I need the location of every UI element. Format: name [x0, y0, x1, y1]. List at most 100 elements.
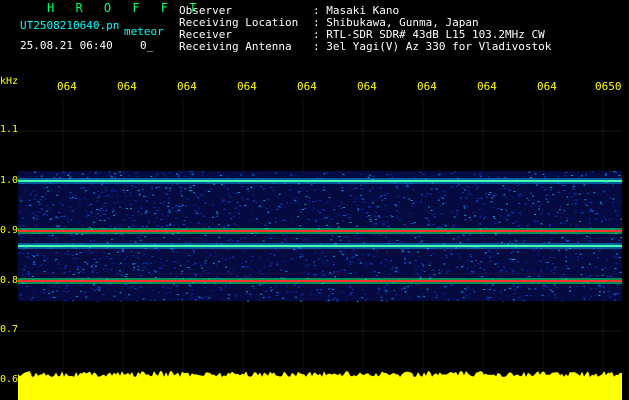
- noise-pixel: [489, 261, 492, 263]
- noise-pixel: [408, 252, 411, 254]
- noise-pixel: [403, 224, 406, 226]
- noise-pixel: [244, 237, 246, 239]
- noise-pixel: [109, 175, 112, 177]
- noise-pixel: [376, 217, 379, 219]
- noise-pixel: [204, 234, 207, 236]
- noise-pixel: [360, 173, 363, 175]
- noise-pixel: [64, 299, 66, 301]
- noise-pixel: [130, 208, 133, 210]
- noise-pixel: [553, 257, 555, 258]
- noise-pixel: [30, 192, 33, 194]
- noise-pixel: [145, 200, 148, 202]
- noise-pixel: [147, 220, 150, 222]
- noise-pixel: [476, 186, 479, 188]
- noise-pixel: [83, 197, 86, 199]
- noise-pixel: [186, 198, 189, 200]
- spectrogram-plot: [18, 98, 622, 400]
- noise-pixel: [120, 274, 123, 276]
- noise-pixel: [414, 237, 417, 238]
- noise-pixel: [169, 223, 172, 225]
- noise-pixel: [349, 261, 352, 263]
- date-time-label: 25.08.21 06:40: [20, 39, 113, 52]
- noise-pixel: [105, 210, 107, 211]
- noise-pixel: [423, 207, 426, 209]
- noise-pixel: [210, 290, 213, 292]
- noise-pixel: [475, 188, 478, 190]
- noise-pixel: [389, 215, 392, 216]
- noise-pixel: [594, 287, 597, 289]
- noise-pixel: [113, 214, 116, 216]
- noise-pixel: [412, 188, 415, 190]
- noise-pixel: [584, 199, 587, 201]
- noise-pixel: [22, 253, 25, 255]
- noise-pixel: [551, 241, 554, 243]
- noise-pixel: [457, 236, 459, 238]
- time-tick: 064: [297, 80, 317, 93]
- noise-pixel: [24, 273, 27, 275]
- noise-pixel: [129, 195, 132, 197]
- noise-pixel: [173, 267, 176, 269]
- noise-pixel: [171, 249, 174, 251]
- noise-pixel: [227, 248, 230, 250]
- noise-pixel: [491, 255, 494, 257]
- noise-pixel: [517, 225, 520, 227]
- noise-pixel: [81, 225, 84, 227]
- noise-pixel: [505, 270, 508, 272]
- noise-pixel: [53, 284, 56, 286]
- noise-pixel: [325, 300, 328, 302]
- noise-pixel: [590, 295, 593, 297]
- noise-pixel: [243, 266, 246, 268]
- noise-pixel: [575, 253, 578, 254]
- noise-pixel: [153, 206, 156, 208]
- noise-pixel: [70, 219, 72, 221]
- noise-pixel: [384, 259, 387, 261]
- noise-pixel: [479, 176, 482, 178]
- noise-pixel: [529, 295, 532, 297]
- noise-pixel: [267, 199, 270, 201]
- noise-pixel: [58, 286, 60, 288]
- noise-pixel: [180, 205, 183, 207]
- noise-pixel: [276, 205, 279, 207]
- noise-pixel: [588, 236, 591, 238]
- noise-pixel: [245, 293, 247, 295]
- noise-pixel: [401, 233, 404, 235]
- noise-pixel: [517, 251, 519, 253]
- filename-label: UT2508210640.pn: [20, 19, 120, 32]
- noise-pixel: [22, 274, 25, 276]
- noise-pixel: [593, 185, 596, 187]
- noise-pixel: [229, 285, 232, 287]
- noise-pixel: [517, 272, 519, 274]
- noise-pixel: [246, 266, 249, 268]
- noise-pixel: [326, 202, 329, 204]
- noise-pixel: [538, 208, 540, 210]
- noise-pixel: [417, 266, 420, 267]
- noise-pixel: [32, 211, 35, 213]
- noise-pixel: [484, 252, 487, 254]
- noise-pixel: [212, 204, 215, 206]
- noise-pixel: [23, 269, 26, 271]
- noise-pixel: [380, 262, 383, 264]
- noise-pixel: [428, 206, 430, 208]
- noise-pixel: [226, 201, 229, 203]
- noise-pixel: [67, 173, 70, 175]
- noise-pixel: [572, 188, 575, 190]
- noise-pixel: [64, 226, 67, 228]
- noise-pixel: [480, 197, 483, 199]
- noise-pixel: [398, 201, 401, 203]
- noise-pixel: [512, 250, 515, 252]
- noise-pixel: [548, 226, 551, 228]
- noise-pixel: [583, 285, 585, 287]
- noise-pixel: [31, 290, 34, 292]
- noise-pixel: [339, 250, 342, 252]
- noise-pixel: [445, 225, 448, 227]
- noise-pixel: [396, 187, 399, 189]
- noise-pixel: [479, 216, 482, 218]
- noise-pixel: [223, 174, 226, 176]
- noise-pixel: [175, 205, 178, 207]
- noise-pixel: [602, 291, 605, 293]
- noise-pixel: [313, 261, 316, 263]
- noise-pixel: [231, 240, 234, 242]
- noise-pixel: [544, 189, 547, 191]
- noise-pixel: [366, 253, 369, 255]
- noise-pixel: [396, 239, 399, 241]
